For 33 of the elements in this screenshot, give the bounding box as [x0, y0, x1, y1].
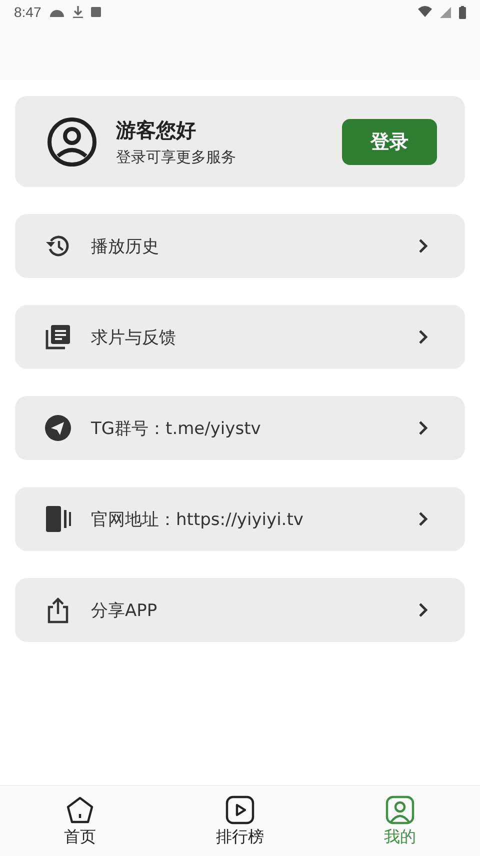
device-icon: [44, 505, 72, 533]
subtitle-text: 登录可享更多服务: [116, 148, 237, 166]
menu-label: 分享APP: [91, 600, 158, 622]
menu-label: 官网地址：https://yiyiyi.tv: [91, 508, 304, 530]
menu-label: 播放历史: [91, 236, 160, 258]
download-icon: [73, 6, 84, 18]
battery-icon: [459, 6, 466, 18]
login-button[interactable]: 登录: [342, 118, 437, 164]
play-icon: [225, 794, 255, 824]
signal-icon: [440, 6, 451, 18]
menu-item[interactable]: TG群号：t.me/yiystv: [15, 396, 465, 460]
list-icon: [44, 323, 72, 351]
menu-item[interactable]: 播放历史: [15, 214, 465, 278]
menu-item[interactable]: 官网地址：https://yiyiyi.tv: [15, 487, 465, 551]
profile-icon: [385, 794, 415, 824]
nav-tab[interactable]: 首页: [0, 786, 160, 856]
greeting-text: 游客您好: [116, 116, 197, 144]
send-icon: [44, 414, 72, 442]
nav-tab[interactable]: 我的: [320, 786, 480, 856]
menu-item[interactable]: 分享APP: [15, 578, 465, 642]
chevron-icon: [417, 602, 429, 618]
avatar-icon: [46, 116, 98, 168]
chevron-icon: [417, 238, 429, 254]
nav-tab[interactable]: 排行榜: [160, 786, 320, 856]
chevron-icon: [417, 511, 429, 527]
home-icon: [65, 794, 95, 824]
chevron-icon: [417, 329, 429, 345]
wifi-icon: [418, 6, 432, 18]
status-time: 8:47: [14, 4, 42, 20]
menu-label: 求片与反馈: [91, 326, 177, 348]
chevron-icon: [417, 420, 429, 436]
menu-label: TG群号：t.me/yiystv: [91, 418, 262, 440]
menu-item[interactable]: 求片与反馈: [15, 305, 465, 369]
